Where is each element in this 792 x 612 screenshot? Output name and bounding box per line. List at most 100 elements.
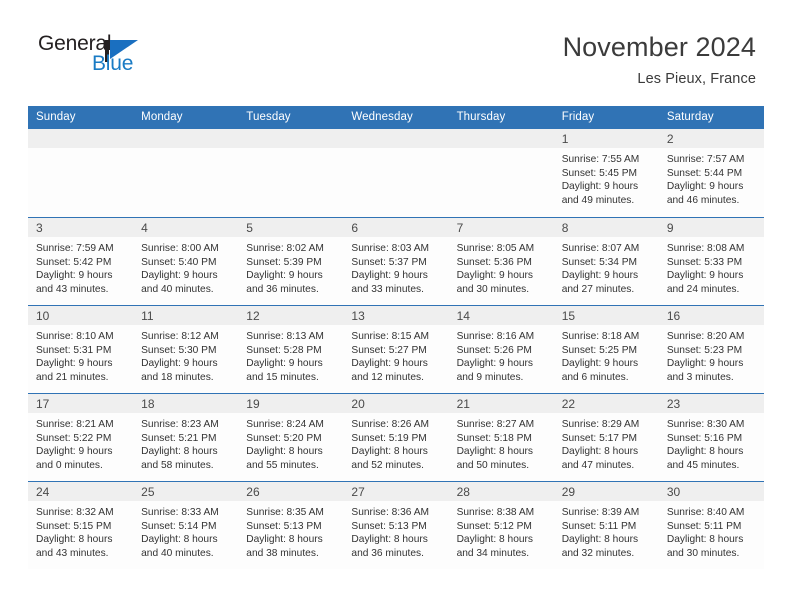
calendar-day-cell[interactable]: 21 Sunrise: 8:27 AM Sunset: 5:18 PM Dayligh…: [448, 393, 554, 482]
calendar-day-cell[interactable]: 25 Sunrise: 8:33 AM Sunset: 5:14 PM Dayligh…: [133, 481, 239, 569]
sunrise-text: Sunrise: 8:26 AM: [351, 419, 430, 430]
logo-text-blue: Blue: [92, 52, 134, 75]
day-details: Sunrise: 8:29 AM Sunset: 5:17 PM Daylight:…: [554, 413, 659, 481]
calendar-day-cell[interactable]: 16 Sunrise: 8:20 AM Sunset: 5:23 PM Dayligh…: [658, 305, 764, 394]
day-number: 13: [343, 306, 449, 325]
general-blue-logo[interactable]: General Blue: [32, 30, 152, 82]
sunrise-text: Sunrise: 8:03 AM: [351, 243, 430, 254]
sunrise-text: Sunrise: 8:07 AM: [561, 243, 640, 254]
weekday-header: Sunday Monday Tuesday Wednesday Thursday…: [28, 106, 764, 129]
day-details: Sunrise: 8:13 AM Sunset: 5:28 PM Daylight:…: [238, 325, 343, 393]
weekday-header-wednesday: Wednesday: [343, 106, 449, 129]
day-details: Sunrise: 8:26 AM Sunset: 5:19 PM Daylight:…: [343, 413, 448, 481]
calendar-day-cell[interactable]: 15 Sunrise: 8:18 AM Sunset: 5:25 PM Dayligh…: [553, 305, 659, 394]
calendar-day-cell[interactable]: 13 Sunrise: 8:15 AM Sunset: 5:27 PM Dayligh…: [343, 305, 449, 394]
calendar-day-cell[interactable]: 28 Sunrise: 8:38 AM Sunset: 5:12 PM Dayligh…: [448, 481, 554, 569]
sunrise-text: Sunrise: 8:00 AM: [141, 243, 219, 254]
day-details: [133, 148, 238, 216]
calendar-day-cell[interactable]: 14 Sunrise: 8:16 AM Sunset: 5:26 PM Dayligh…: [448, 305, 554, 394]
day-number: 1: [553, 129, 659, 148]
calendar-day-cell[interactable]: 12 Sunrise: 8:13 AM Sunset: 5:28 PM Dayligh…: [238, 305, 344, 394]
calendar-week-row: 24 Sunrise: 8:32 AM Sunset: 5:15 PM Dayligh…: [28, 481, 764, 569]
calendar-day-cell[interactable]: 24 Sunrise: 8:32 AM Sunset: 5:15 PM Dayligh…: [28, 481, 134, 569]
sunrise-text: Sunrise: 8:38 AM: [456, 507, 535, 518]
calendar-day-cell[interactable]: 7 Sunrise: 8:05 AM Sunset: 5:36 PM Daylight…: [448, 217, 554, 306]
weekday-header-monday: Monday: [133, 106, 239, 129]
daylight-text-line2: and 0 minutes.: [36, 459, 103, 471]
day-details: Sunrise: 8:12 AM Sunset: 5:30 PM Daylight:…: [133, 325, 238, 393]
calendar-day-cell[interactable]: 2 Sunrise: 7:57 AM Sunset: 5:44 PM Daylight…: [658, 128, 764, 218]
sunrise-sunset-calendar: Sunday Monday Tuesday Wednesday Thursday…: [28, 106, 764, 569]
daylight-text-line1: Daylight: 8 hours: [666, 446, 744, 458]
calendar-day-cell[interactable]: 18 Sunrise: 8:23 AM Sunset: 5:21 PM Dayligh…: [133, 393, 239, 482]
calendar-day-cell[interactable]: 8 Sunrise: 8:07 AM Sunset: 5:34 PM Daylight…: [553, 217, 659, 306]
sunrise-text: Sunrise: 8:35 AM: [246, 507, 324, 518]
sunrise-text: Sunrise: 8:24 AM: [246, 419, 324, 430]
calendar-day-cell[interactable]: 20 Sunrise: 8:26 AM Sunset: 5:19 PM Dayligh…: [343, 393, 449, 482]
sunrise-text: Sunrise: 8:16 AM: [456, 331, 535, 342]
daylight-text-line2: and 40 minutes.: [141, 283, 214, 295]
day-number: 23: [658, 394, 764, 413]
day-details: Sunrise: 8:21 AM Sunset: 5:22 PM Daylight:…: [28, 413, 133, 481]
calendar-day-cell[interactable]: 17 Sunrise: 8:21 AM Sunset: 5:22 PM Dayligh…: [28, 393, 134, 482]
daylight-text-line1: Daylight: 8 hours: [351, 446, 428, 458]
day-number: 2: [658, 129, 764, 148]
calendar-day-cell[interactable]: 22 Sunrise: 8:29 AM Sunset: 5:17 PM Dayligh…: [553, 393, 659, 482]
daylight-text-line1: Daylight: 9 hours: [36, 446, 113, 458]
day-number: 20: [343, 394, 449, 413]
daylight-text-line1: Daylight: 9 hours: [561, 270, 639, 282]
calendar-day-cell[interactable]: 19 Sunrise: 8:24 AM Sunset: 5:20 PM Dayligh…: [238, 393, 344, 482]
sunrise-text: Sunrise: 8:10 AM: [36, 331, 114, 342]
calendar-day-cell[interactable]: 27 Sunrise: 8:36 AM Sunset: 5:13 PM Dayligh…: [343, 481, 449, 569]
calendar-body: 1 Sunrise: 7:55 AM Sunset: 5:45 PM Daylight…: [28, 128, 764, 569]
sunset-text: Sunset: 5:40 PM: [141, 256, 217, 268]
calendar-day-cell[interactable]: 30 Sunrise: 8:40 AM Sunset: 5:11 PM Dayligh…: [658, 481, 764, 569]
calendar-empty-cell: [28, 128, 134, 218]
calendar-empty-cell: [238, 128, 344, 218]
daylight-text-line1: Daylight: 9 hours: [246, 270, 323, 282]
calendar-day-cell[interactable]: 4 Sunrise: 8:00 AM Sunset: 5:40 PM Daylight…: [133, 217, 239, 306]
daylight-text-line1: Daylight: 8 hours: [666, 534, 744, 546]
daylight-text-line2: and 55 minutes.: [246, 459, 319, 471]
sunrise-text: Sunrise: 8:21 AM: [36, 419, 114, 430]
calendar-day-cell[interactable]: 29 Sunrise: 8:39 AM Sunset: 5:11 PM Dayligh…: [553, 481, 659, 569]
day-number: 25: [133, 482, 239, 501]
calendar-day-cell[interactable]: 9 Sunrise: 8:08 AM Sunset: 5:33 PM Daylight…: [658, 217, 764, 306]
daylight-text-line2: and 58 minutes.: [141, 459, 214, 471]
daylight-text-line1: Daylight: 8 hours: [36, 534, 113, 546]
daylight-text-line1: Daylight: 8 hours: [456, 446, 534, 458]
daylight-text-line1: Daylight: 8 hours: [351, 534, 428, 546]
calendar-day-cell[interactable]: 6 Sunrise: 8:03 AM Sunset: 5:37 PM Daylight…: [343, 217, 449, 306]
calendar-day-cell[interactable]: 1 Sunrise: 7:55 AM Sunset: 5:45 PM Daylight…: [553, 128, 659, 218]
sunset-text: Sunset: 5:19 PM: [351, 432, 427, 444]
sunset-text: Sunset: 5:14 PM: [141, 520, 217, 532]
sunset-text: Sunset: 5:27 PM: [351, 344, 427, 356]
day-number: 21: [448, 394, 554, 413]
sunrise-text: Sunrise: 8:15 AM: [351, 331, 430, 342]
daylight-text-line2: and 43 minutes.: [36, 283, 109, 295]
day-details: [343, 148, 448, 216]
sunrise-text: Sunrise: 8:32 AM: [36, 507, 114, 518]
calendar-day-cell[interactable]: 26 Sunrise: 8:35 AM Sunset: 5:13 PM Dayligh…: [238, 481, 344, 569]
weekday-header-sunday: Sunday: [28, 106, 134, 129]
calendar-day-cell[interactable]: 5 Sunrise: 8:02 AM Sunset: 5:39 PM Daylight…: [238, 217, 344, 306]
title-block: November 2024 Les Pieux, France: [563, 30, 756, 87]
daylight-text-line1: Daylight: 9 hours: [351, 270, 428, 282]
calendar-day-cell[interactable]: 11 Sunrise: 8:12 AM Sunset: 5:30 PM Dayligh…: [133, 305, 239, 394]
calendar-week-row: 10 Sunrise: 8:10 AM Sunset: 5:31 PM Dayligh…: [28, 305, 764, 394]
daylight-text-line2: and 34 minutes.: [456, 547, 530, 559]
day-details: Sunrise: 7:55 AM Sunset: 5:45 PM Daylight:…: [554, 148, 659, 216]
day-details: Sunrise: 8:39 AM Sunset: 5:11 PM Daylight:…: [554, 501, 659, 569]
sunset-text: Sunset: 5:33 PM: [666, 256, 743, 268]
calendar-empty-cell: [343, 128, 449, 218]
day-details: Sunrise: 8:10 AM Sunset: 5:31 PM Daylight:…: [28, 325, 133, 393]
day-details: Sunrise: 8:32 AM Sunset: 5:15 PM Daylight:…: [28, 501, 133, 569]
day-details: Sunrise: 8:05 AM Sunset: 5:36 PM Daylight:…: [449, 237, 554, 305]
calendar-week-row: 1 Sunrise: 7:55 AM Sunset: 5:45 PM Daylight…: [28, 128, 764, 218]
weekday-header-thursday: Thursday: [448, 106, 554, 129]
calendar-day-cell[interactable]: 23 Sunrise: 8:30 AM Sunset: 5:16 PM Dayligh…: [658, 393, 764, 482]
calendar-day-cell[interactable]: 3 Sunrise: 7:59 AM Sunset: 5:42 PM Daylight…: [28, 217, 134, 306]
day-details: Sunrise: 8:16 AM Sunset: 5:26 PM Daylight:…: [449, 325, 554, 393]
calendar-day-cell[interactable]: 10 Sunrise: 8:10 AM Sunset: 5:31 PM Dayligh…: [28, 305, 134, 394]
day-details: [28, 148, 133, 216]
